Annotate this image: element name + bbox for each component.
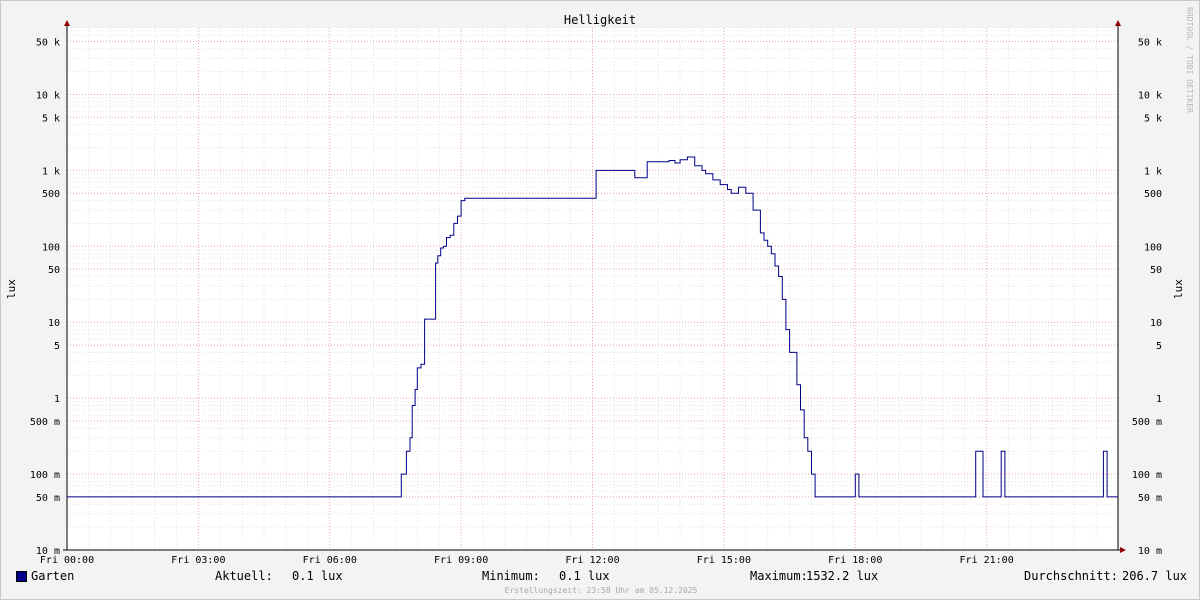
y-tick-label-right: 50 <box>1150 265 1162 276</box>
y-tick-label-left: 1 <box>54 394 60 405</box>
current-value: 0.1 lux <box>292 569 343 583</box>
y-tick-label-right: 5 <box>1156 341 1162 352</box>
chart-title: Helligkeit <box>564 13 636 27</box>
y-axis-arrow-left <box>64 20 70 26</box>
x-tick-label: Fri 09:00 <box>434 555 488 566</box>
creation-timestamp: Erstellungszeit: 23:58 Uhr am 05.12.2025 <box>504 586 698 595</box>
y-axis-label-left: lux <box>5 279 18 299</box>
watermark: RRDTOOL / TOBI OETIKER <box>1185 7 1194 113</box>
y-tick-label-right: 50 k <box>1138 37 1162 48</box>
graph-frame: 50 k 50 k 10 k 10 k5 k5 k1 k1 k 500 500 100 100… <box>0 0 1200 600</box>
y-tick-label-right: 10 k <box>1138 90 1162 101</box>
y-tick-label-left: 50 <box>48 265 60 276</box>
y-tick-label-right: 100 m <box>1132 470 1162 481</box>
y-tick-label-left: 500 m <box>30 417 60 428</box>
x-tick-label: Fri 12:00 <box>565 555 619 566</box>
y-tick-label-right: 5 k <box>1144 113 1162 124</box>
y-tick-label-left: 1 k <box>42 166 60 177</box>
y-tick-label-right: 100 <box>1144 242 1162 253</box>
x-tick-label: Fri 03:00 <box>171 555 225 566</box>
x-axis-arrow <box>1120 547 1126 553</box>
min-value: 0.1 lux <box>559 569 610 583</box>
min-label: Minimum: <box>482 569 540 583</box>
y-tick-label-left: 500 <box>42 189 60 200</box>
x-tick-label: Fri 21:00 <box>960 555 1014 566</box>
current-label: Aktuell: <box>215 569 273 583</box>
avg-value: 206.7 lux <box>1122 569 1188 583</box>
max-value: 1532.2 lux <box>806 569 879 583</box>
x-tick-label: Fri 15:00 <box>697 555 751 566</box>
y-tick-label-right: 10 m <box>1138 546 1162 557</box>
y-tick-label-left: 10 <box>48 318 60 329</box>
x-tick-label: Fri 00:00 <box>40 555 94 566</box>
y-tick-label-right: 500 m <box>1132 417 1162 428</box>
legend: Garten Aktuell: 0.1 lux Minimum: 0.1 lux… <box>1 569 1199 587</box>
y-tick-label-right: 500 <box>1144 189 1162 200</box>
x-tick-label: Fri 06:00 <box>303 555 357 566</box>
legend-series-name: Garten <box>31 569 75 583</box>
x-tick-label: Fri 18:00 <box>828 555 882 566</box>
y-tick-label-right: 1 k <box>1144 166 1162 177</box>
y-axis-label-right: lux <box>1172 279 1185 299</box>
y-tick-label-left: 10 k <box>36 90 60 101</box>
chart: 50 k 50 k 10 k 10 k 5 k 5 k 1 k 1 k 500 500 100 100… <box>5 13 1185 566</box>
y-tick-label-left: 5 <box>54 341 60 352</box>
y-tick-label-left: 5 k <box>42 113 60 124</box>
avg-label: Durchschnitt: <box>1024 569 1118 583</box>
y-axis-arrow-right <box>1115 20 1121 26</box>
y-tick-label-left: 100 <box>42 242 60 253</box>
legend-swatch <box>16 571 27 582</box>
y-tick-label-right: 10 <box>1150 318 1162 329</box>
y-tick-label-right: 1 <box>1156 394 1162 405</box>
max-label: Maximum: <box>750 569 808 583</box>
y-tick-label-right: 50 m <box>1138 493 1162 504</box>
y-tick-label-left: 50 m <box>36 493 60 504</box>
y-tick-label-left: 50 k <box>36 37 60 48</box>
y-tick-label-left: 100 m <box>30 470 60 481</box>
